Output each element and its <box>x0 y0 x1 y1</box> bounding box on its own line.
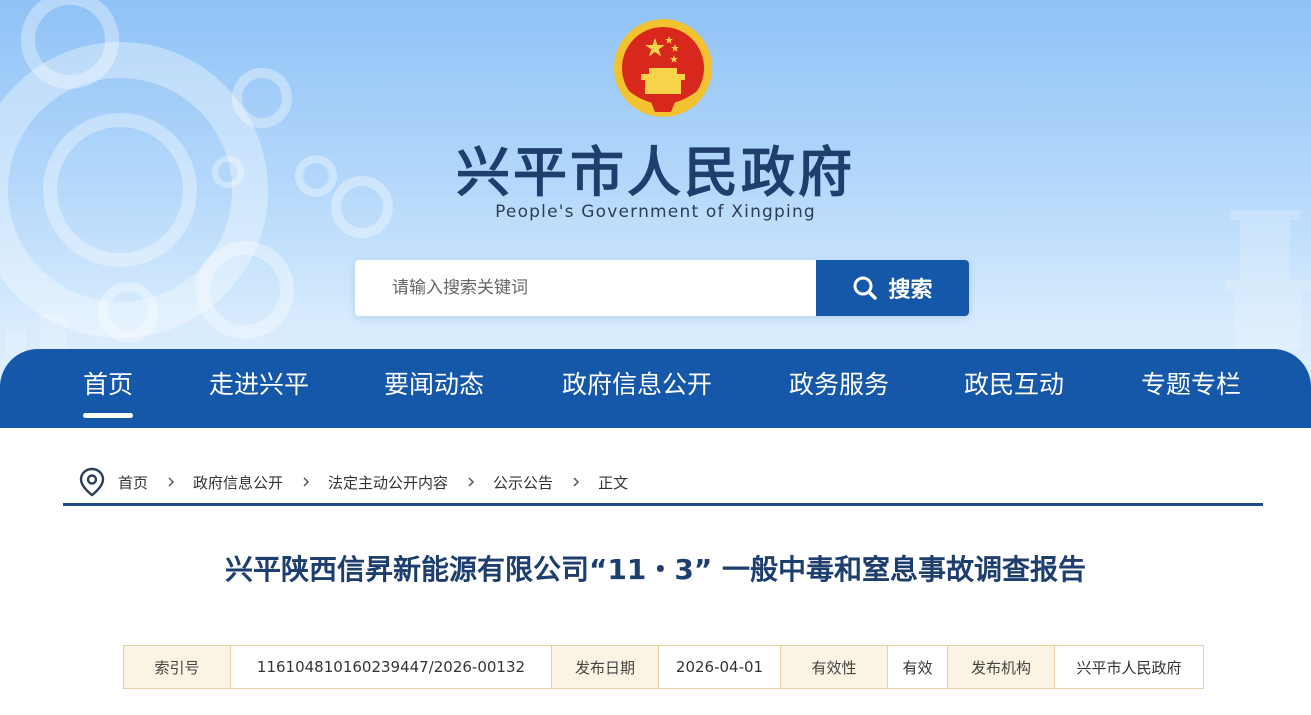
breadcrumb-item-home[interactable]: 首页 <box>118 472 148 493</box>
breadcrumb: 首页 政府信息公开 法定主动公开内容 公示公告 正文 <box>78 466 628 498</box>
nav-item-about-xingping[interactable]: 走进兴平 <box>200 349 318 428</box>
breadcrumb-divider <box>63 503 1263 506</box>
publish-date-label: 发布日期 <box>551 645 659 689</box>
location-pin-icon <box>79 467 105 497</box>
search-icon <box>853 276 878 300</box>
validity-label: 有效性 <box>780 645 888 689</box>
article-title: 兴平陕西信昇新能源有限公司“11・3” 一般中毒和窒息事故调查报告 <box>224 553 1086 586</box>
breadcrumb-item-announcements[interactable]: 公示公告 <box>493 472 553 493</box>
table-row: 索引号 116104810160239447/2026-00132 发布日期 2… <box>123 645 1204 689</box>
chevron-right-icon <box>168 477 175 487</box>
index-number-value: 116104810160239447/2026-00132 <box>230 645 552 689</box>
publishing-agency-value: 兴平市人民政府 <box>1054 645 1204 689</box>
nav-item-interaction[interactable]: 政民互动 <box>955 349 1073 428</box>
breadcrumb-item-current: 正文 <box>598 473 629 492</box>
site-title: 兴平市人民政府 <box>456 141 855 204</box>
validity-value: 有效 <box>887 645 948 689</box>
nav-item-news[interactable]: 要闻动态 <box>374 349 494 428</box>
site-subtitle: People's Government of Xingping <box>495 202 816 222</box>
search-button[interactable]: 搜索 <box>816 260 969 316</box>
nav-item-gov-info-disclosure[interactable]: 政府信息公开 <box>552 349 722 428</box>
chevron-right-icon <box>468 477 475 487</box>
breadcrumb-item-gov-info-disclosure[interactable]: 政府信息公开 <box>193 472 283 493</box>
nav-item-gov-services[interactable]: 政务服务 <box>780 349 898 428</box>
chevron-right-icon <box>573 477 580 487</box>
search-bar: 搜索 <box>355 260 969 316</box>
article-meta-table: 索引号 116104810160239447/2026-00132 发布日期 2… <box>123 645 1204 689</box>
nav-item-home[interactable]: 首页 <box>70 349 146 428</box>
nav-item-special-topics[interactable]: 专题专栏 <box>1132 349 1250 428</box>
index-number-label: 索引号 <box>123 645 231 689</box>
national-emblem-icon <box>614 19 712 117</box>
breadcrumb-item-statutory-content[interactable]: 法定主动公开内容 <box>328 472 448 493</box>
publishing-agency-label: 发布机构 <box>947 645 1055 689</box>
publish-date-value: 2026-04-01 <box>658 645 781 689</box>
search-button-label: 搜索 <box>888 278 933 303</box>
chevron-right-icon <box>303 477 310 487</box>
search-input[interactable] <box>355 260 816 316</box>
site-header: 兴平市人民政府 People's Government of Xingping … <box>0 0 1311 428</box>
main-nav: 首页 走进兴平 要闻动态 政府信息公开 政务服务 政民互动 专题专栏 <box>0 349 1311 428</box>
